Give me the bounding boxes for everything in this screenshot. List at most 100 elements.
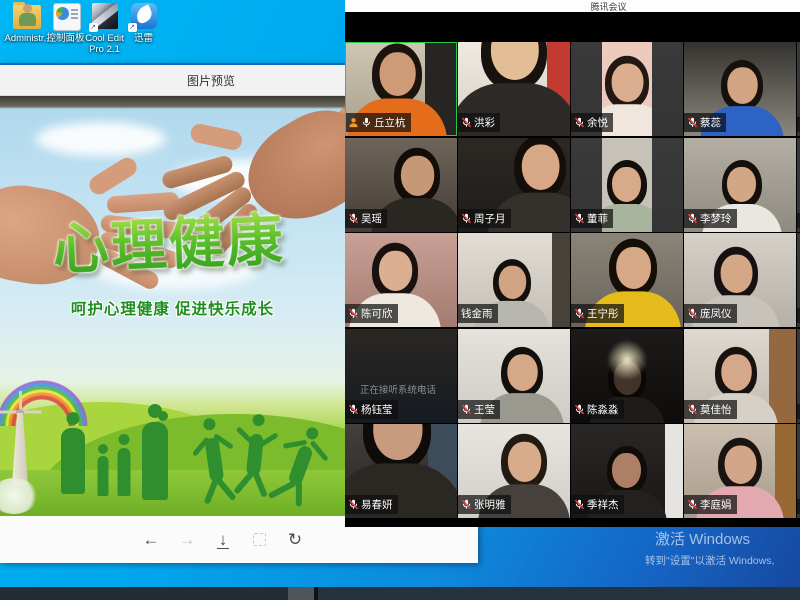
activate-windows-watermark: 激活 Windows 转到"设置"以激活 Windows, (645, 528, 774, 568)
participant-name: 王莹 (474, 402, 495, 417)
muted-mic-icon (687, 308, 698, 319)
muted-mic-icon (687, 404, 698, 415)
muted-mic-icon (348, 404, 359, 415)
participant-tile[interactable]: 易春妍 (345, 424, 457, 518)
participant-name: 洪彩 (474, 115, 495, 130)
participant-tile[interactable]: 吴瑶 (345, 138, 457, 232)
participant-tile[interactable]: 莫佳怡 (684, 329, 796, 423)
control-panel-icon (49, 1, 83, 32)
desktop-icon-label: 迅雷 (134, 33, 153, 44)
activate-line1: 激活 Windows (645, 528, 774, 549)
host-person-icon (348, 117, 359, 128)
participant-name: 李梦玲 (700, 211, 732, 226)
muted-mic-icon (348, 499, 359, 510)
meeting-content: 丘立杭 洪彩 余悦 蔡蕊吴瑶 周子月 董菲 李梦玲陈可欣 钱金雨 王宁彤 庞凤仪正在接听系统电话杨… (345, 12, 800, 527)
desktop-icon-cool-edit[interactable]: Cool Edit Pro 2.1 (85, 1, 124, 55)
muted-mic-icon (574, 117, 585, 128)
participant-name-chip: 王宁彤 (571, 304, 624, 323)
participant-name: 张明雅 (474, 497, 506, 512)
download-icon[interactable]: ↓ (212, 529, 234, 551)
muted-mic-icon (461, 404, 472, 415)
participant-tile[interactable]: 洪彩 (458, 42, 570, 136)
participant-tile[interactable]: 余悦 (571, 42, 683, 136)
participant-name: 李庭娟 (700, 497, 732, 512)
desktop-icon-label: 控制面板 (46, 33, 84, 44)
participant-name: 陈淼淼 (587, 402, 619, 417)
participant-name-chip: 蔡蕊 (684, 113, 726, 132)
muted-mic-icon (687, 117, 698, 128)
preview-window-title: 图片预览 (187, 72, 235, 89)
poster-image: 心理健康 呵护心理健康 促进快乐成长 (0, 96, 345, 516)
desktop-icon-label: Cool Edit Pro 2.1 (85, 33, 124, 55)
participant-tile[interactable]: 张明雅 (458, 424, 570, 518)
taskbar-app-indicator[interactable] (288, 587, 314, 600)
participant-tile[interactable]: 钱金雨 (458, 233, 570, 327)
participant-tile[interactable]: 李梦玲 (684, 138, 796, 232)
participant-tile[interactable]: 王莹 (458, 329, 570, 423)
participant-name: 王宁彤 (587, 306, 619, 321)
forward-icon[interactable]: → (176, 529, 198, 551)
person-silhouette (58, 412, 88, 494)
participant-name: 周子月 (474, 211, 506, 226)
participant-name: 蔡蕊 (700, 115, 721, 130)
participant-name: 董菲 (587, 211, 608, 226)
cool-edit-icon (88, 1, 122, 32)
participant-name: 余悦 (587, 115, 608, 130)
back-icon[interactable]: ← (140, 529, 162, 551)
participant-name-chip: 丘立杭 (345, 113, 411, 132)
participant-tile[interactable]: 季祥杰 (571, 424, 683, 518)
poster-title: 心理健康 (0, 193, 339, 289)
muted-mic-icon (461, 213, 472, 224)
taskbar-divider (314, 587, 318, 600)
muted-mic-icon (574, 499, 585, 510)
participant-name: 吴瑶 (361, 211, 382, 226)
participant-name-chip: 庞凤仪 (684, 304, 737, 323)
participant-name-chip: 王莹 (458, 400, 500, 419)
muted-mic-icon (574, 308, 585, 319)
participant-tile[interactable]: 陈淼淼 (571, 329, 683, 423)
participant-tile[interactable]: 王宁彤 (571, 233, 683, 327)
participant-tile[interactable]: 蔡蕊 (684, 42, 796, 136)
desktop-icon-control-panel[interactable]: 控制面板 (46, 1, 85, 55)
participant-name: 莫佳怡 (700, 402, 732, 417)
meeting-window: 腾讯会议 丘立杭 洪彩 余悦 蔡蕊吴瑶 周子月 董菲 李梦玲陈可欣 钱金雨 王宁彤 庞凤仪正在接听… (345, 0, 800, 527)
participant-grid: 丘立杭 洪彩 余悦 蔡蕊吴瑶 周子月 董菲 李梦玲陈可欣 钱金雨 王宁彤 庞凤仪正在接听系统电话杨… (345, 42, 800, 518)
muted-mic-icon (687, 499, 698, 510)
participant-tile[interactable]: 陈可欣 (345, 233, 457, 327)
desktop-icon-administrator[interactable]: Administr... (7, 1, 46, 55)
meeting-title-bar: 腾讯会议 (345, 0, 800, 12)
participant-name: 易春妍 (361, 497, 393, 512)
participant-name: 庞凤仪 (700, 306, 732, 321)
participant-tile[interactable]: 周子月 (458, 138, 570, 232)
participant-tile[interactable]: 董菲 (571, 138, 683, 232)
participant-name-chip: 杨钰莹 (345, 400, 398, 419)
participant-name: 陈可欣 (361, 306, 393, 321)
participant-name-chip: 陈可欣 (345, 304, 398, 323)
participant-name: 杨钰莹 (361, 402, 393, 417)
person-silhouette (96, 444, 110, 496)
fit-screen-icon[interactable] (248, 529, 270, 551)
desktop-icon-thunder[interactable]: 迅雷 (124, 1, 163, 55)
muted-mic-icon (348, 308, 359, 319)
user-folder-icon (10, 1, 44, 32)
participant-name-chip: 董菲 (571, 209, 613, 228)
taskbar[interactable] (0, 587, 800, 600)
thunder-icon (127, 1, 161, 32)
participant-tile[interactable]: 庞凤仪 (684, 233, 796, 327)
system-call-overlay: 正在接听系统电话 (360, 382, 436, 396)
muted-mic-icon (461, 117, 472, 128)
participant-name: 季祥杰 (587, 497, 619, 512)
participant-name-chip: 陈淼淼 (571, 400, 624, 419)
rotate-icon[interactable]: ↻ (284, 529, 306, 551)
participant-tile[interactable]: 正在接听系统电话杨钰莹 (345, 329, 457, 423)
participant-tile[interactable]: 丘立杭 (345, 42, 457, 136)
person-silhouette (140, 404, 170, 500)
video-background-panel (552, 233, 570, 327)
muted-mic-icon (574, 404, 585, 415)
participant-tile[interactable]: 李庭娟 (684, 424, 796, 518)
participant-name: 丘立杭 (374, 115, 406, 130)
participant-name: 钱金雨 (461, 306, 493, 321)
participant-name-chip: 钱金雨 (458, 304, 498, 323)
desktop: Administr... 控制面板 Cool Edit Pro 2.1 迅雷 (0, 0, 800, 600)
participant-name-chip: 易春妍 (345, 495, 398, 514)
